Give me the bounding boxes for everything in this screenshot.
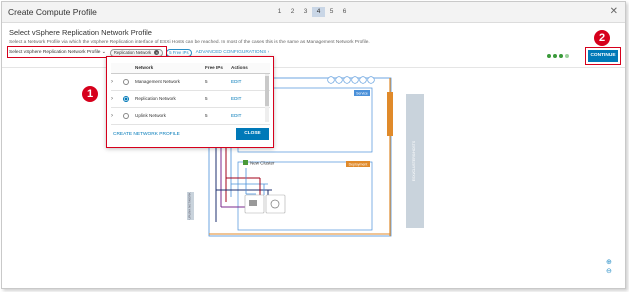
edit-link[interactable]: EDIT bbox=[231, 113, 241, 118]
node-icon bbox=[351, 76, 359, 84]
network-name: Replication Network bbox=[135, 90, 205, 108]
node-icon bbox=[343, 76, 351, 84]
annotation-2: 2 bbox=[594, 30, 610, 46]
table-row[interactable]: › Replication Network 5 EDIT bbox=[111, 90, 270, 108]
cluster-icon bbox=[243, 160, 248, 165]
edit-link[interactable]: EDIT bbox=[231, 96, 241, 101]
scrollbar-thumb[interactable] bbox=[265, 76, 269, 106]
free-ips: 5 bbox=[205, 107, 231, 125]
progress-dot bbox=[559, 54, 563, 58]
progress-dots bbox=[547, 54, 569, 58]
annotation-1: 1 bbox=[82, 86, 98, 102]
popup-scrollbar[interactable] bbox=[265, 74, 269, 122]
row-radio[interactable] bbox=[123, 112, 129, 119]
service-tag-label: Service bbox=[356, 92, 368, 96]
cluster-label: New Cluster bbox=[250, 161, 275, 166]
zoom-out-icon[interactable]: ⊖ bbox=[606, 267, 612, 275]
table-row[interactable]: › Management Network 5 EDIT bbox=[111, 73, 270, 91]
free-ips: 5 bbox=[205, 73, 231, 91]
hosts-panel-label: ESXi/CLUSTERS/HOSTS bbox=[412, 140, 416, 181]
node-icon bbox=[359, 76, 367, 84]
orange-bar bbox=[387, 92, 393, 136]
node-icon bbox=[367, 76, 375, 84]
close-popup-button[interactable]: CLOSE bbox=[236, 128, 269, 140]
table-row[interactable]: › Uplink Network 5 EDIT bbox=[111, 107, 270, 125]
node-icon bbox=[335, 76, 343, 84]
network-name: Uplink Network bbox=[135, 107, 205, 125]
network-name: Management Network bbox=[135, 73, 205, 91]
col-network: Network bbox=[135, 63, 205, 74]
col-expand bbox=[111, 63, 123, 74]
cloud-node-icon bbox=[265, 194, 286, 214]
deployment-tag-label: Deployment bbox=[349, 163, 368, 167]
network-profile-table: Network Free IPs Actions › Management Net… bbox=[111, 63, 270, 125]
continue-highlight bbox=[585, 47, 621, 65]
chevron-right-icon[interactable]: › bbox=[111, 96, 113, 102]
progress-dot bbox=[547, 54, 551, 58]
col-free-ips: Free IPs bbox=[205, 63, 231, 74]
create-compute-profile-dialog: Create Compute Profile 123456 ✕ Select v… bbox=[1, 1, 626, 289]
left-panel-label: UPLINK NETWORK bbox=[188, 192, 192, 219]
network-profile-popup: Network Free IPs Actions › Management Net… bbox=[106, 56, 274, 148]
chevron-right-icon[interactable]: › bbox=[111, 79, 113, 85]
table-header-row: Network Free IPs Actions bbox=[111, 63, 270, 74]
free-ips: 5 bbox=[205, 90, 231, 108]
col-actions: Actions bbox=[231, 63, 270, 74]
edit-link[interactable]: EDIT bbox=[231, 79, 241, 84]
progress-dot bbox=[565, 54, 569, 58]
row-radio[interactable] bbox=[123, 95, 129, 102]
node-icon bbox=[327, 76, 335, 84]
zoom-in-icon[interactable]: ⊕ bbox=[606, 258, 612, 266]
progress-dot bbox=[553, 54, 557, 58]
row-radio[interactable] bbox=[123, 78, 129, 85]
col-select bbox=[123, 63, 135, 74]
create-network-profile-link[interactable]: CREATE NETWORK PROFILE bbox=[113, 132, 180, 137]
chevron-right-icon[interactable]: › bbox=[111, 113, 113, 119]
